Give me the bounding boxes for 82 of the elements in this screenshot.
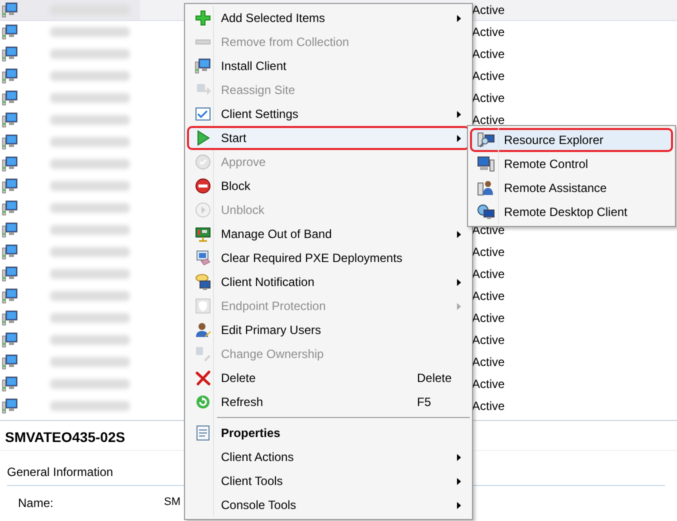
- status-text: Active: [472, 112, 506, 129]
- properties-icon: [195, 425, 211, 441]
- menu-item[interactable]: Install Client: [187, 54, 470, 78]
- menu-item[interactable]: Client Settings: [187, 102, 470, 126]
- submenu-arrow-icon: [457, 278, 461, 286]
- submenu-arrow-icon: [457, 134, 461, 142]
- computer-icon: [2, 134, 18, 150]
- computer-icon: [195, 58, 211, 74]
- status-text: Active: [472, 90, 506, 107]
- circuit-board-icon: [195, 226, 211, 242]
- computer-bubble-icon: [195, 274, 211, 290]
- plus-icon: [195, 10, 211, 26]
- status-text: Active: [472, 46, 506, 63]
- status-text: Active: [472, 288, 506, 305]
- menu-item[interactable]: Refresh F5: [187, 390, 470, 414]
- submenu-arrow-icon: [457, 502, 461, 508]
- computer-icon: [2, 266, 18, 282]
- status-text: Active: [472, 332, 506, 349]
- submenu-item[interactable]: Remote Assistance: [470, 176, 673, 200]
- status-text: Active: [472, 24, 506, 41]
- computer-icon: [2, 156, 18, 172]
- submenu-item[interactable]: Remote Control: [470, 152, 673, 176]
- menu-item[interactable]: Delete Delete: [187, 366, 470, 390]
- computer-icon: [477, 156, 495, 172]
- menu-item[interactable]: Add Selected Items: [187, 6, 470, 30]
- computer-icon: [2, 310, 18, 326]
- menu-item[interactable]: Start: [187, 126, 470, 150]
- refresh-icon: [195, 394, 211, 410]
- shield-icon: [195, 298, 211, 314]
- computer-icon: [2, 332, 18, 348]
- submenu-arrow-icon: [457, 110, 461, 118]
- status-text: Active: [472, 376, 506, 393]
- field-value: SM: [164, 495, 180, 510]
- menu-item[interactable]: Clear Required PXE Deployments: [187, 246, 470, 270]
- computer-eraser-icon: [195, 250, 211, 266]
- computer-icon: [2, 68, 18, 84]
- menu-item[interactable]: Block: [187, 174, 470, 198]
- menu-item[interactable]: Properties: [187, 421, 470, 445]
- status-text: Active: [472, 266, 506, 283]
- submenu-arrow-icon: [457, 14, 461, 22]
- computer-icon: [2, 376, 18, 392]
- submenu-arrow-icon: [457, 230, 461, 238]
- list-row[interactable]: [0, 0, 140, 20]
- submenu-arrow-icon: [457, 454, 461, 460]
- menu-item[interactable]: Client Notification: [187, 270, 470, 294]
- submenu-arrow-icon: [457, 302, 461, 310]
- computer-icon: [2, 90, 18, 106]
- computer-icon: [2, 354, 18, 370]
- globe-computer-icon: [477, 204, 495, 220]
- status-text: Active: [472, 244, 506, 261]
- submenu-item[interactable]: Resource Explorer: [470, 128, 673, 152]
- computer-arrow-icon: [195, 82, 211, 98]
- menu-item[interactable]: Console Tools: [187, 493, 470, 517]
- field-label: Name:: [18, 495, 54, 512]
- checklist-icon: [195, 106, 211, 122]
- submenu-item[interactable]: Remote Desktop Client: [470, 200, 673, 224]
- user-computer-icon: [477, 180, 495, 196]
- computer-icon: [2, 2, 18, 18]
- delete-icon: [195, 370, 211, 386]
- submenu-arrow-icon: [457, 478, 461, 484]
- status-text: Active: [472, 68, 506, 85]
- computer-icon: [2, 222, 18, 238]
- status-text: Active: [472, 310, 506, 327]
- status-text: Active: [472, 354, 506, 371]
- computer-icon: [2, 398, 18, 414]
- status-text: Active: [472, 2, 506, 18]
- menu-item[interactable]: Edit Primary Users: [187, 318, 470, 342]
- user-pencil-icon: [195, 322, 211, 338]
- computer-icon: [2, 46, 18, 62]
- check-circle-icon: [195, 154, 211, 170]
- computer-magnifier-icon: [477, 132, 495, 148]
- block-icon: [195, 178, 211, 194]
- computer-icon: [2, 24, 18, 40]
- computer-icon: [2, 200, 18, 216]
- play-icon: [195, 130, 211, 146]
- menu-item[interactable]: Manage Out of Band: [187, 222, 470, 246]
- computer-icon: [2, 244, 18, 260]
- status-text: Active: [472, 398, 506, 415]
- computer-icon: [2, 288, 18, 304]
- computer-icon: [2, 112, 18, 128]
- unblock-icon: [195, 202, 211, 218]
- computer-icon: [2, 178, 18, 194]
